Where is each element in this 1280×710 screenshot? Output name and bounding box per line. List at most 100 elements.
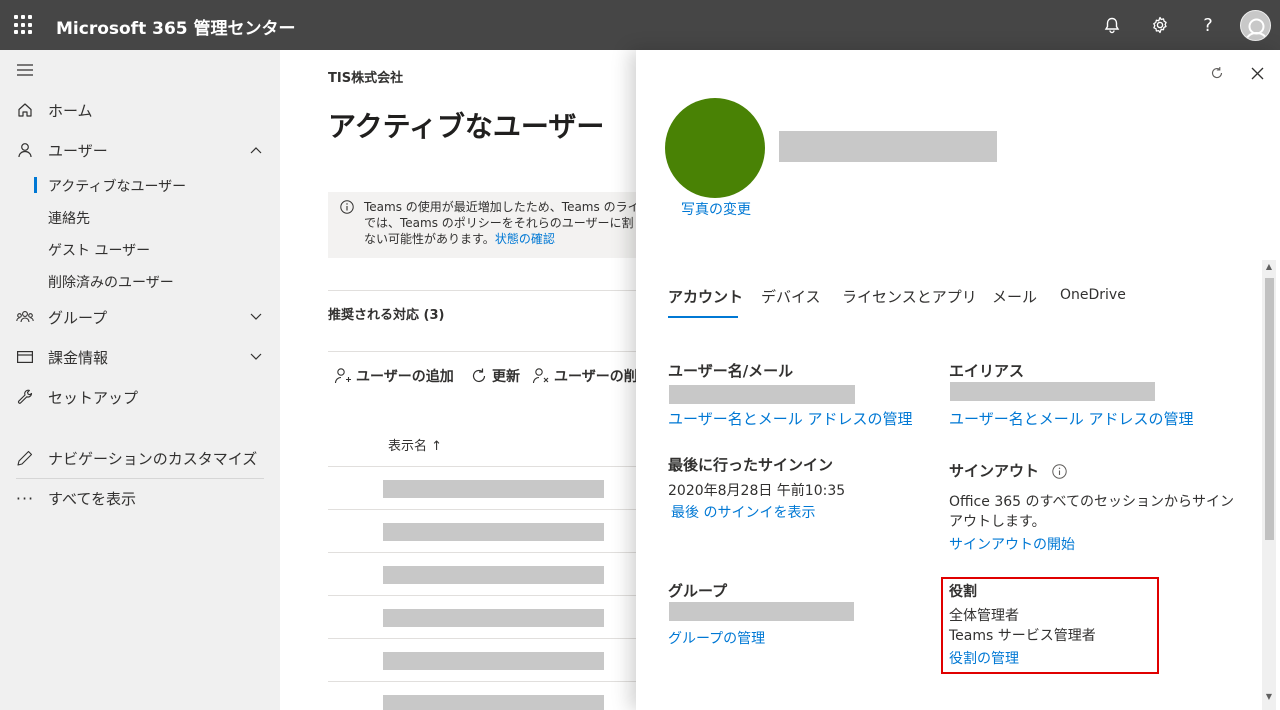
notice-banner: Teams の使用が最近増加したため、Teams のライセ では、Teams の… <box>328 192 648 258</box>
nav-divider <box>16 478 264 479</box>
username-title: ユーザー名/メール <box>668 362 794 380</box>
manage-username-link[interactable]: ユーザー名とメール アドレスの管理 <box>668 408 912 429</box>
delete-user-icon <box>532 368 549 384</box>
username-redacted <box>669 385 855 404</box>
nav-sub-deleted-users[interactable]: 削除済みのユーザー <box>48 272 174 292</box>
home-icon <box>16 101 34 119</box>
divider <box>328 290 648 291</box>
delete-user-label: ユーザーの削 <box>554 369 638 385</box>
table-row-divider <box>328 466 648 467</box>
scroll-thumb[interactable] <box>1265 278 1274 540</box>
role-item: 全体管理者 <box>949 608 1019 624</box>
info-icon <box>1052 464 1067 479</box>
table-row[interactable] <box>383 652 604 670</box>
bell-icon[interactable] <box>1100 13 1124 37</box>
nav-item-show-all-label: すべてを表示 <box>48 489 137 508</box>
panel-scrollbar[interactable]: ▲ ▼ <box>1262 260 1276 710</box>
scroll-up-icon[interactable]: ▲ <box>1265 263 1273 271</box>
info-icon <box>340 200 354 218</box>
refresh-label: 更新 <box>492 369 520 385</box>
credit-card-icon <box>16 348 34 366</box>
nav-sub-active-users[interactable]: アクティブなユーザー <box>48 176 186 196</box>
start-signout-link[interactable]: サインアウトの開始 <box>949 534 1075 554</box>
nav-collapse-button[interactable] <box>0 54 280 86</box>
last-signin-title: 最後に行ったサインイン <box>668 456 834 474</box>
active-tab-indicator <box>668 316 738 318</box>
scroll-down-icon[interactable]: ▼ <box>1265 693 1273 701</box>
add-user-button[interactable]: ユーザーの追加 <box>334 366 454 386</box>
column-header-display-name[interactable]: 表示名 ↑ <box>388 435 442 454</box>
change-photo-link[interactable]: 写真の変更 <box>681 199 751 219</box>
waffle-icon[interactable] <box>14 15 34 35</box>
signout-title: サインアウト <box>949 460 1067 481</box>
roles-title: 役割 <box>949 584 977 600</box>
table-row-divider <box>328 509 648 510</box>
user-detail-panel: 写真の変更 アカウント デバイス ライセンスとアプリ メール OneDrive … <box>636 50 1280 710</box>
tab-onedrive[interactable]: OneDrive <box>1060 287 1126 303</box>
table-row[interactable] <box>383 480 604 498</box>
add-user-icon <box>334 368 351 384</box>
nav-sub-guest-users[interactable]: ゲスト ユーザー <box>48 240 150 260</box>
signout-title-text: サインアウト <box>949 462 1040 480</box>
nav-item-customize-label: ナビゲーションのカスタマイズ <box>48 449 258 468</box>
table-row-divider <box>328 552 648 553</box>
notice-text: では、Teams のポリシーをそれらのユーザーに割り <box>364 216 646 230</box>
more-icon: ··· <box>15 488 35 508</box>
tab-licenses[interactable]: ライセンスとアプリ <box>842 286 977 307</box>
chevron-down-icon <box>248 349 264 365</box>
nav-item-setup-label: セットアップ <box>48 388 139 407</box>
manage-alias-link[interactable]: ユーザー名とメール アドレスの管理 <box>949 408 1193 429</box>
nav-item-home-label: ホーム <box>48 101 93 120</box>
role-item: Teams サービス管理者 <box>949 628 1096 644</box>
alias-title: エイリアス <box>949 362 1025 380</box>
last-signin-value: 2020年8月28日 午前10:35 <box>668 483 846 499</box>
nav-item-billing-label: 課金情報 <box>48 348 109 367</box>
nav-sub-contacts[interactable]: 連絡先 <box>48 208 90 228</box>
refresh-icon <box>472 368 486 382</box>
table-row[interactable] <box>383 609 604 627</box>
manage-groups-link[interactable]: グループの管理 <box>668 628 765 648</box>
tab-mail[interactable]: メール <box>992 286 1037 307</box>
notice-text: Teams の使用が最近増加したため、Teams のライセ <box>364 200 648 214</box>
table-row-divider <box>328 595 648 596</box>
groups-redacted <box>669 602 854 621</box>
left-nav: ホーム ユーザー アクティブなユーザー 連絡先 ゲスト ユーザー 削除済みのユー… <box>0 50 280 710</box>
tab-account[interactable]: アカウント <box>668 286 743 307</box>
nav-item-show-all[interactable]: ··· すべてを表示 <box>0 482 280 514</box>
avatar[interactable] <box>1240 10 1271 41</box>
wrench-icon <box>16 388 34 406</box>
table-row[interactable] <box>383 566 604 584</box>
nav-item-customize[interactable]: ナビゲーションのカスタマイズ <box>0 442 280 474</box>
table-row[interactable] <box>383 695 604 710</box>
refresh-button[interactable]: 更新 <box>470 366 520 386</box>
gear-icon[interactable] <box>1148 13 1172 37</box>
delete-user-button[interactable]: ユーザーの削 <box>532 366 638 386</box>
view-last-signin-link[interactable]: 最後 のサインイを表示 <box>671 502 815 522</box>
tab-devices[interactable]: デバイス <box>761 286 821 307</box>
user-photo <box>665 98 765 198</box>
nav-item-home[interactable]: ホーム <box>0 94 280 126</box>
nav-item-groups-label: グループ <box>48 308 108 327</box>
nav-item-setup[interactable]: セットアップ <box>0 381 280 413</box>
signout-description: アウトします。 <box>949 514 1046 530</box>
app-title[interactable]: Microsoft 365 管理センター <box>56 14 296 39</box>
table-row[interactable] <box>383 523 604 541</box>
manage-roles-link[interactable]: 役割の管理 <box>949 648 1019 668</box>
close-icon[interactable] <box>1248 64 1266 82</box>
chevron-down-icon <box>248 309 264 325</box>
page-title: アクティブなユーザー <box>328 110 605 143</box>
nav-item-users[interactable]: ユーザー <box>0 134 280 166</box>
table-row-divider <box>328 638 648 639</box>
org-name: TIS株式会社 <box>328 71 404 86</box>
alias-redacted <box>950 382 1155 401</box>
recommended-actions[interactable]: 推奨される対応 (3) <box>328 304 444 323</box>
notice-link[interactable]: 状態の確認 <box>495 232 555 246</box>
help-icon[interactable]: ? <box>1196 13 1220 37</box>
signout-description: Office 365 のすべてのセッションからサイン <box>949 494 1234 510</box>
refresh-icon[interactable] <box>1208 64 1226 82</box>
nav-item-groups[interactable]: グループ <box>0 301 280 333</box>
nav-item-billing[interactable]: 課金情報 <box>0 341 280 373</box>
groups-title: グループ <box>668 582 728 600</box>
hamburger-icon <box>16 61 34 79</box>
top-bar: Microsoft 365 管理センター ? <box>0 0 1280 50</box>
